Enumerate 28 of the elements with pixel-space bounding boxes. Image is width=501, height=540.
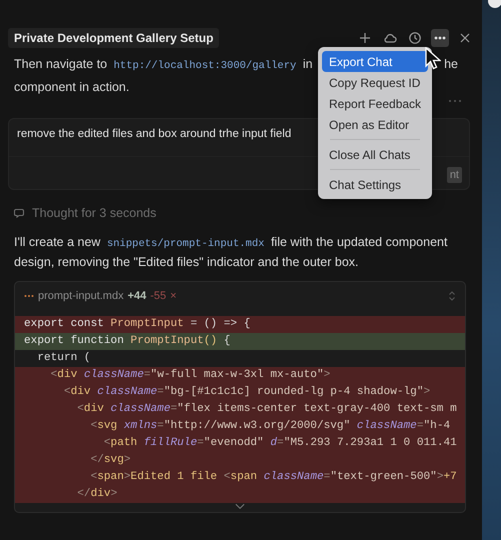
chevron-down-icon[interactable] xyxy=(234,503,246,510)
more-icon[interactable] xyxy=(448,98,462,104)
menu-item[interactable]: Close All Chats xyxy=(322,144,428,165)
history-icon xyxy=(408,31,422,45)
added-count: +44 xyxy=(128,290,146,302)
cursor-icon xyxy=(425,47,441,71)
menu-item[interactable]: Report Feedback xyxy=(322,93,428,114)
paragraph-text: component in action. xyxy=(14,80,130,94)
menu-item[interactable]: Chat Settings xyxy=(322,174,428,195)
message-text: remove the edited files and box around trhe input field xyxy=(17,128,292,140)
dots-icon xyxy=(24,294,34,298)
paragraph-text: Then navigate to http://localhost:3000/gallery in xyxy=(14,56,313,74)
code-line: return ( xyxy=(36,351,92,366)
plus-icon xyxy=(358,31,372,45)
paragraph-text: I'll create a new snippets/prompt-input.mdx file with the updated component design, removing the "Edited files" indicator and the outer box. xyxy=(14,235,448,269)
chat-bubble-icon xyxy=(14,207,26,219)
file-name: prompt-input.mdx xyxy=(38,290,124,302)
removed-count: -55 xyxy=(150,290,166,302)
close-icon xyxy=(458,31,472,45)
more-button[interactable] xyxy=(431,29,449,47)
cloud-icon xyxy=(383,31,397,45)
paragraph-text: he xyxy=(444,56,458,73)
menu-item[interactable]: Copy Request ID xyxy=(322,72,428,93)
thought-label[interactable]: Thought for 3 seconds xyxy=(32,206,156,220)
menu-item[interactable]: Export Chat xyxy=(322,51,428,72)
history-button[interactable] xyxy=(406,29,424,47)
menu-item[interactable]: Open as Editor xyxy=(322,114,428,135)
chat-title: Private Development Gallery Setup xyxy=(8,28,220,48)
